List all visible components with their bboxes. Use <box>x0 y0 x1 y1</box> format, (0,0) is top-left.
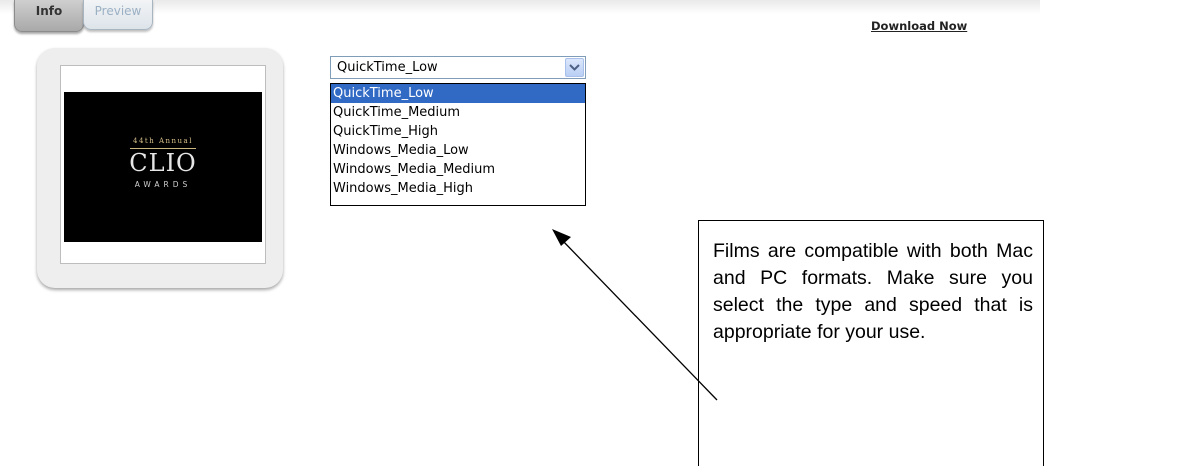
callout-arrow <box>552 229 718 401</box>
